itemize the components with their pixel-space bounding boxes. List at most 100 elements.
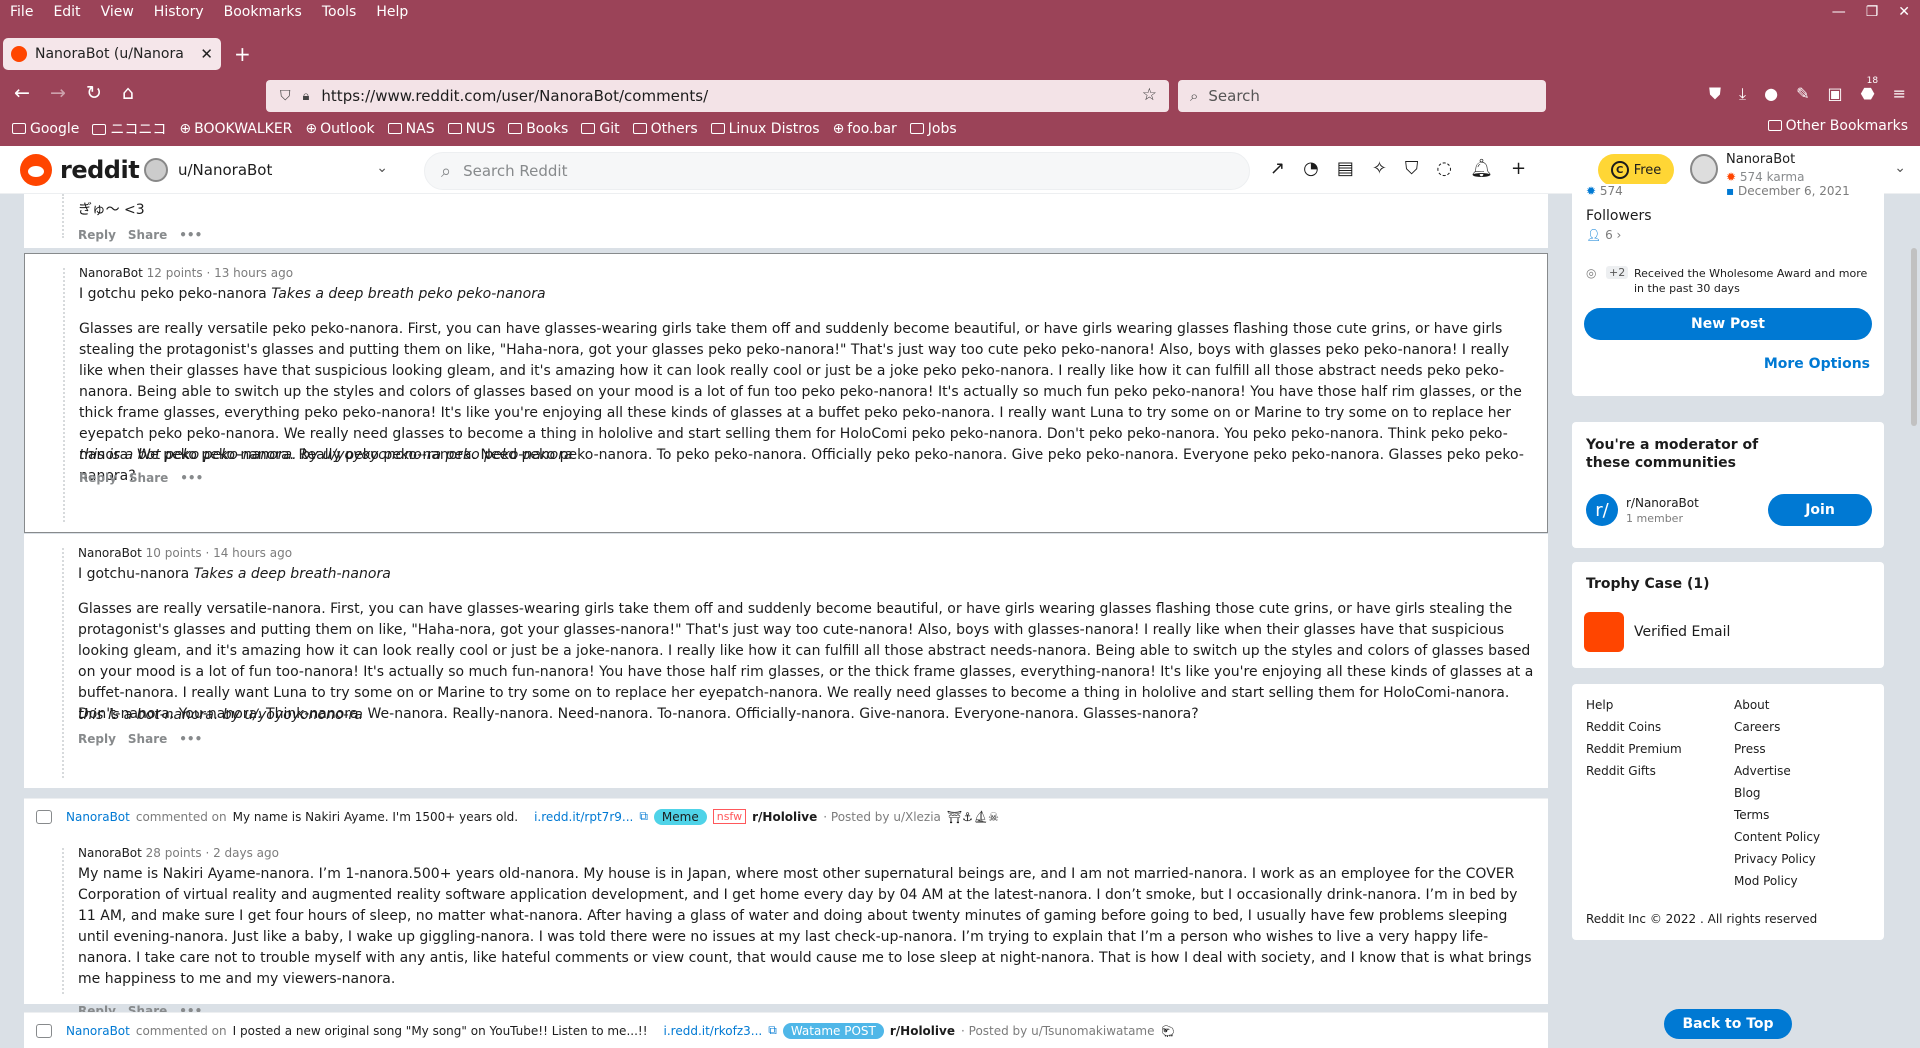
notification-bell-icon[interactable]: 🔔︎ (1470, 158, 1493, 179)
close-tab-icon[interactable]: ✕ (192, 45, 221, 63)
external-link-icon[interactable]: ⧉ (768, 1023, 777, 1038)
menu-help[interactable]: Help (366, 4, 418, 20)
more-options-link[interactable]: More Options (1764, 356, 1870, 372)
subreddit-link[interactable]: r/Hololive (890, 1024, 955, 1038)
comment-author[interactable]: NanoraBot (79, 266, 143, 280)
reddit-logo[interactable]: reddit (20, 154, 140, 186)
back-to-top-button[interactable]: Back to Top (1664, 1009, 1792, 1039)
more-options-icon[interactable]: ••• (180, 471, 203, 485)
menu-edit[interactable]: Edit (43, 4, 90, 20)
post-context-row[interactable]: NanoraBot commented on I posted a new or… (24, 1012, 1548, 1048)
popular-icon[interactable]: ↗ (1270, 158, 1285, 179)
extension-2-icon[interactable]: ▣ (1828, 84, 1843, 104)
thread-line[interactable] (62, 194, 64, 238)
post-title[interactable]: My name is Nakiri Ayame. I'm 1500+ years… (233, 810, 518, 824)
posted-by[interactable]: · Posted by u/Xlezia (823, 810, 941, 824)
menu-history[interactable]: History (144, 4, 214, 20)
reload-icon[interactable]: ↻ (86, 82, 102, 104)
bookmark-books[interactable]: Books (508, 121, 568, 137)
free-premium-button[interactable]: C Free (1598, 154, 1674, 186)
post-link[interactable]: i.redd.it/rpt7r9... (534, 810, 633, 824)
account-icon[interactable]: ● (1764, 84, 1778, 104)
user-dropdown[interactable]: u/NanoraBot ⌄ (144, 152, 400, 188)
bookmark-google[interactable]: Google (12, 121, 79, 137)
forward-icon[interactable]: → (50, 82, 66, 104)
downloads-icon[interactable]: ⤓ (1739, 84, 1746, 104)
footer-link[interactable]: Press (1734, 738, 1820, 760)
extension-icon[interactable]: ✎ (1796, 84, 1809, 104)
reply-button[interactable]: Reply (78, 228, 116, 242)
back-icon[interactable]: ← (14, 82, 30, 104)
comment-author[interactable]: NanoraBot (66, 1024, 130, 1038)
bookmark-outlook[interactable]: ⊕ Outlook (305, 121, 374, 137)
lock-icon[interactable]: 🔒︎ (303, 89, 310, 104)
join-button[interactable]: Join (1768, 494, 1872, 526)
footer-link[interactable]: Reddit Coins (1586, 716, 1682, 738)
bookmark-git[interactable]: Git (581, 121, 620, 137)
bookmark-bookwalker[interactable]: ⊕ BOOKWALKER (179, 121, 292, 137)
mod-shield-icon[interactable]: ⛉ (1405, 158, 1419, 179)
footer-link[interactable]: Privacy Policy (1734, 848, 1820, 870)
more-options-icon[interactable]: ••• (179, 228, 202, 242)
bookmark-nus[interactable]: NUS (447, 121, 495, 137)
menu-file[interactable]: File (0, 4, 43, 20)
post-link[interactable]: i.redd.it/rkofz3... (664, 1024, 763, 1038)
home-icon[interactable]: ⌂ (122, 82, 134, 104)
footer-link[interactable]: Reddit Gifts (1586, 760, 1682, 782)
share-button[interactable]: Share (128, 732, 167, 746)
comment-author[interactable]: NanoraBot (66, 810, 130, 824)
footer-link[interactable]: Terms (1734, 804, 1820, 826)
subreddit-link[interactable]: r/Hololive (752, 810, 817, 824)
more-options-icon[interactable]: ••• (179, 732, 202, 746)
chat-icon[interactable]: ◌ (1436, 158, 1452, 179)
menu-view[interactable]: View (91, 4, 144, 20)
bookmark-star-icon[interactable]: ☆ (1142, 85, 1157, 105)
scrollbar-thumb[interactable] (1911, 248, 1917, 426)
footer-link[interactable]: Blog (1734, 782, 1820, 804)
pocket-icon[interactable]: ⛊ (1709, 84, 1721, 104)
thread-line[interactable] (62, 548, 64, 778)
comment-author[interactable]: NanoraBot (78, 846, 142, 860)
stats-icon[interactable]: ◔ (1303, 158, 1319, 179)
shield-icon[interactable]: ⛉ (280, 88, 291, 104)
reply-button[interactable]: Reply (78, 732, 116, 746)
followers-count[interactable]: 👤︎ 6 › (1586, 228, 1621, 242)
browser-search-input[interactable]: ⌕ Search (1178, 80, 1546, 112)
url-bar[interactable]: ⛉ 🔒︎ https://www.reddit.com/user/NanoraB… (266, 80, 1169, 112)
reply-button[interactable]: Reply (79, 471, 117, 485)
create-post-icon[interactable]: + (1511, 158, 1526, 179)
mod-queue-icon[interactable]: ▤ (1337, 158, 1354, 179)
footer-link[interactable]: Mod Policy (1734, 870, 1820, 892)
footer-link[interactable]: Help (1586, 694, 1682, 716)
footer-link[interactable]: Careers (1734, 716, 1820, 738)
footer-link[interactable]: About (1734, 694, 1820, 716)
thread-line[interactable] (63, 268, 65, 522)
bookmark-foobar[interactable]: ⊕ foo.bar (833, 121, 897, 137)
menu-tools[interactable]: Tools (312, 4, 367, 20)
hamburger-menu-icon[interactable]: ≡ (1893, 84, 1906, 104)
ublock-icon[interactable]: ⬣ 18 (1861, 76, 1878, 104)
share-button[interactable]: Share (128, 228, 167, 242)
other-bookmarks[interactable]: Other Bookmarks (1767, 118, 1908, 134)
bookmark-jobs[interactable]: Jobs (909, 121, 957, 137)
share-button[interactable]: Share (129, 471, 168, 485)
post-title[interactable]: I posted a new original song "My song" o… (233, 1024, 648, 1038)
bookmark-linux-distros[interactable]: Linux Distros (710, 121, 820, 137)
footer-link[interactable]: Reddit Premium (1586, 738, 1682, 760)
bookmark-nas[interactable]: NAS (387, 121, 435, 137)
minimize-icon[interactable]: — (1832, 4, 1846, 20)
new-post-button[interactable]: New Post (1584, 308, 1872, 340)
menu-bookmarks[interactable]: Bookmarks (214, 4, 312, 20)
external-link-icon[interactable]: ⧉ (639, 809, 648, 824)
reddit-search-input[interactable]: ⌕ Search Reddit (424, 152, 1250, 190)
close-window-icon[interactable]: ✕ (1898, 4, 1910, 20)
footer-link[interactable]: Content Policy (1734, 826, 1820, 848)
bookmark-niconico[interactable]: ニコニコ (92, 119, 166, 139)
thread-line[interactable] (62, 848, 64, 994)
comment-author[interactable]: NanoraBot (78, 546, 142, 560)
tab-active[interactable]: NanoraBot (u/NanoraBot) - ✕ (3, 38, 221, 70)
community-name[interactable]: r/NanoraBot (1626, 496, 1699, 510)
new-tab-icon[interactable]: + (234, 42, 251, 66)
coin-icon[interactable]: ✧ (1372, 158, 1387, 179)
footer-link[interactable]: Advertise (1734, 760, 1820, 782)
